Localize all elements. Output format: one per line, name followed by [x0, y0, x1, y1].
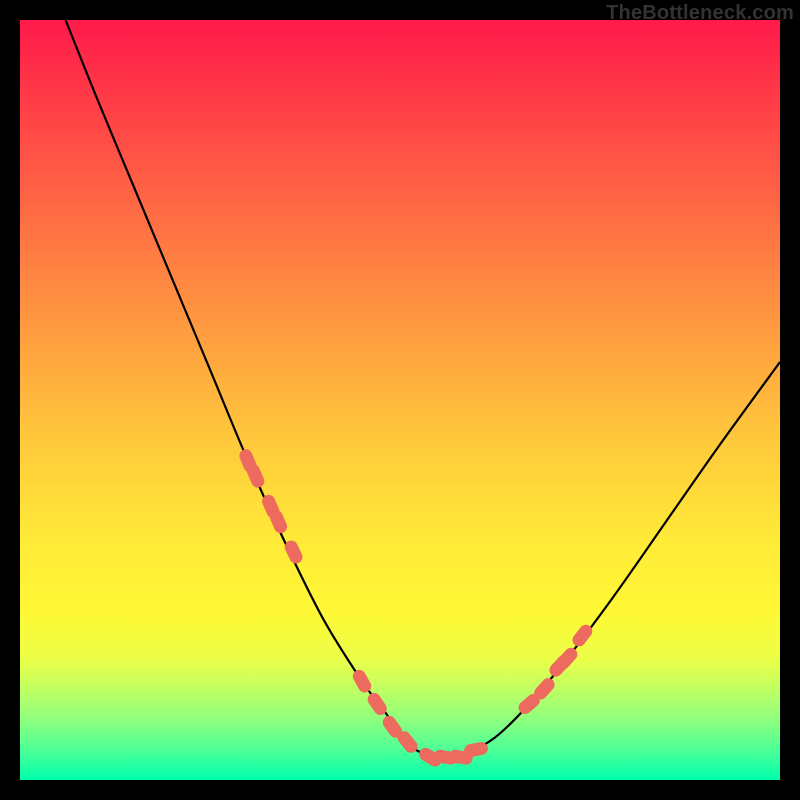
marker [463, 741, 489, 758]
curve-svg [20, 20, 780, 780]
curve-line [66, 20, 780, 758]
bottleneck-curve [66, 20, 780, 758]
chart-container: TheBottleneck.com [0, 0, 800, 800]
watermark-text: TheBottleneck.com [606, 2, 794, 25]
plot-area [20, 20, 780, 780]
marker-group [237, 447, 595, 769]
